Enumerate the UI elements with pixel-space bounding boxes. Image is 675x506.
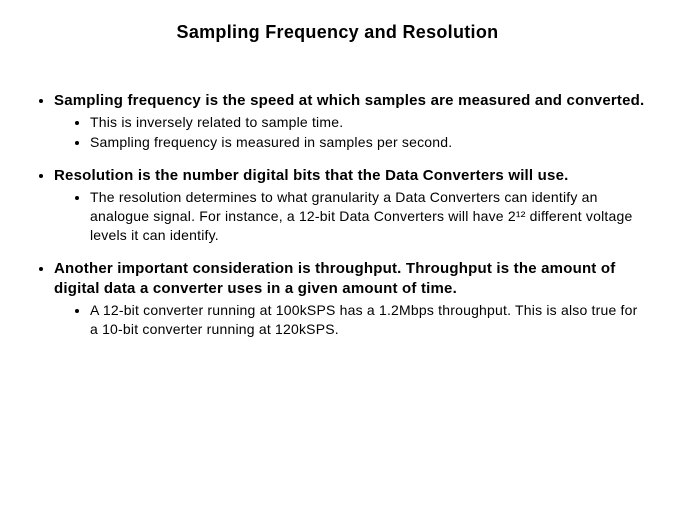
list-item: Another important consideration is throu…: [54, 259, 645, 339]
sub-item: Sampling frequency is measured in sample…: [90, 133, 645, 152]
sub-item: This is inversely related to sample time…: [90, 113, 645, 132]
sub-item: The resolution determines to what granul…: [90, 188, 645, 245]
lead-text: Sampling frequency is the speed at which…: [54, 91, 645, 111]
lead-text: Resolution is the number digital bits th…: [54, 166, 645, 186]
lead-text: Another important consideration is throu…: [54, 259, 645, 300]
list-item: Sampling frequency is the speed at which…: [54, 91, 645, 152]
slide: Sampling Frequency and Resolution Sampli…: [0, 0, 675, 506]
sub-list: This is inversely related to sample time…: [54, 113, 645, 152]
sub-list: A 12-bit converter running at 100kSPS ha…: [54, 301, 645, 339]
sub-list: The resolution determines to what granul…: [54, 188, 645, 245]
slide-title: Sampling Frequency and Resolution: [30, 22, 645, 43]
list-item: Resolution is the number digital bits th…: [54, 166, 645, 245]
sub-item: A 12-bit converter running at 100kSPS ha…: [90, 301, 645, 339]
bullet-list: Sampling frequency is the speed at which…: [30, 91, 645, 339]
